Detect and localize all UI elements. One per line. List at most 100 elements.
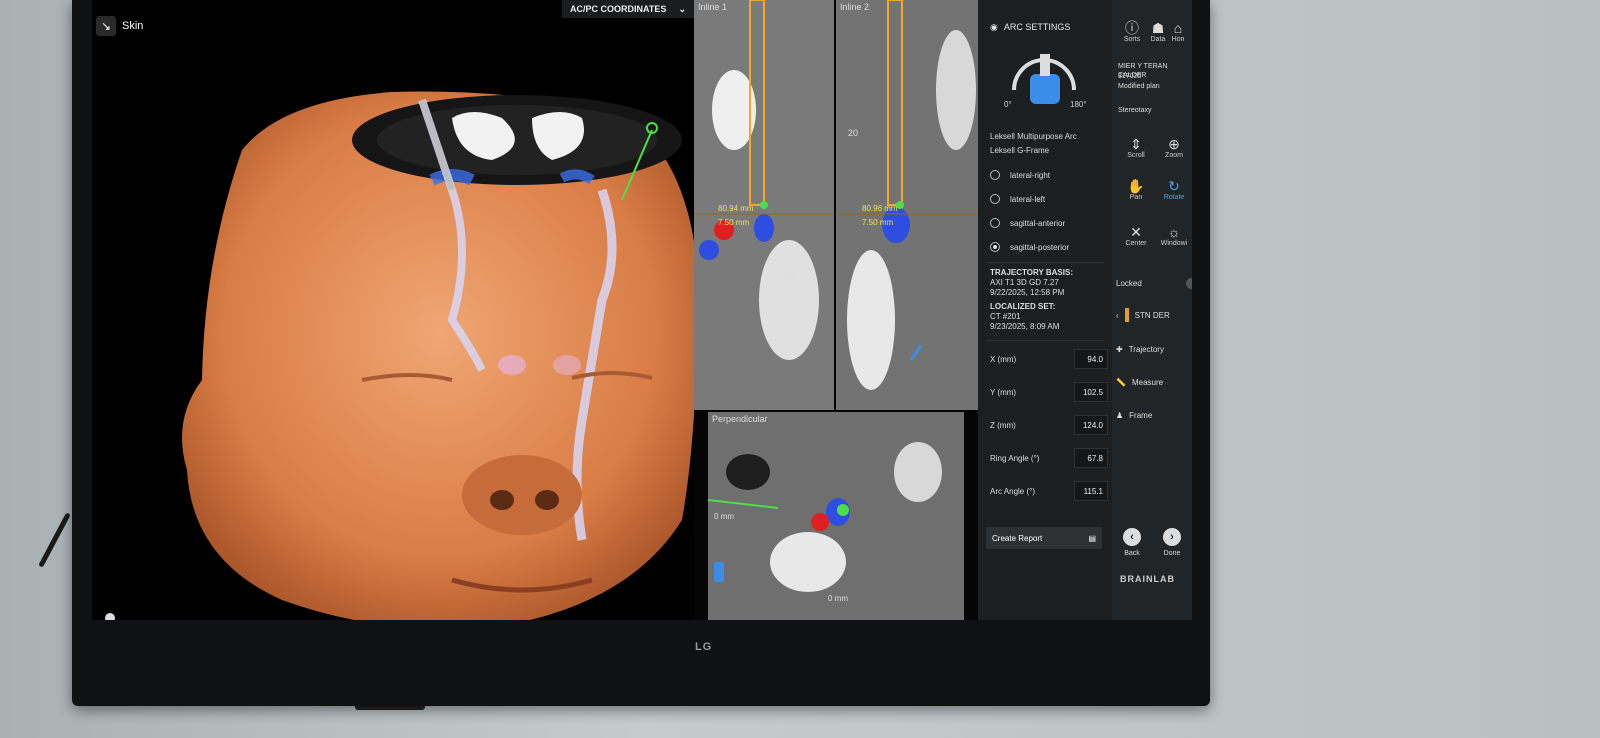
hand-icon: ✋ <box>1127 178 1145 194</box>
scroll-button[interactable]: ⇕ Scroll <box>1116 136 1156 159</box>
measure-label-1b: 7.50 mm <box>718 218 750 227</box>
trajectory-icon: ✚ <box>1116 344 1123 354</box>
frame-icon: ♟ <box>1116 410 1124 420</box>
y-input[interactable]: 102.5 <box>1074 382 1108 402</box>
rotate-button[interactable]: ↻ Rotate <box>1154 178 1192 201</box>
axial-image <box>708 412 964 620</box>
tool-label: Windowi <box>1160 240 1188 247</box>
tick-label-b: 20 <box>848 128 859 138</box>
arc-angle-right: 180° <box>1070 100 1087 109</box>
radio-lateral-left[interactable] <box>990 194 1000 204</box>
inline2-view[interactable]: Inline 2 80.96 mm 7.50 mm 20 <box>836 0 978 410</box>
done-button[interactable]: › Done <box>1152 528 1192 557</box>
field-label: Ring Angle (°) <box>990 453 1040 463</box>
center-button[interactable]: ✕ Center <box>1116 224 1156 247</box>
option-lateral-right[interactable]: lateral-right <box>990 170 1050 180</box>
tab-home[interactable]: ⌂ Hon <box>1164 20 1192 43</box>
inline2-image <box>836 0 978 410</box>
divider <box>986 262 1104 263</box>
center-icon: ✕ <box>1130 224 1142 240</box>
arc-angle-input[interactable]: 115.1 <box>1074 481 1108 501</box>
head-render <box>182 91 694 620</box>
arc-settings-header: ◉ ARC SETTINGS <box>990 22 1070 33</box>
back-label: Back <box>1124 550 1140 557</box>
arc-icon: ◉ <box>990 22 998 32</box>
skin-label: Skin <box>122 20 144 32</box>
field-label: X (mm) <box>990 354 1017 364</box>
arc-angle-left: 0° <box>1004 100 1012 109</box>
option-sagittal-anterior[interactable]: sagittal-anterior <box>990 218 1065 228</box>
ruler-icon: 📏 <box>1116 377 1126 387</box>
plan-state: Modified plan <box>1118 83 1160 90</box>
divider <box>986 340 1104 341</box>
document-icon: ▤ <box>1088 533 1096 543</box>
option-label: lateral-left <box>1010 194 1046 204</box>
toolbar-column: ⓘ Sorts ☗ Data ⌂ Hon MIER Y TERAN CALDER… <box>1112 0 1192 620</box>
coordinates-dropdown[interactable]: AC/PC COORDINATES ⌄ <box>562 0 694 18</box>
radio-sagittal-anterior[interactable] <box>990 218 1000 228</box>
arc-name: Leksell Multipurpose Arc <box>990 132 1077 141</box>
radio-lateral-right[interactable] <box>990 170 1000 180</box>
done-arrow-icon: › <box>1163 528 1181 546</box>
target-label: STN DER <box>1134 310 1170 320</box>
inline2-label: Inline 2 <box>840 2 870 12</box>
tool-label: Pan <box>1129 194 1143 201</box>
localized-set-line2: 9/23/2025, 8:09 AM <box>990 322 1060 331</box>
measure-dropdown[interactable]: 📏 Measure ▾ <box>1116 371 1192 393</box>
tool-label: Scroll <box>1127 152 1145 159</box>
home-icon: ⌂ <box>1173 20 1183 36</box>
option-lateral-left[interactable]: lateral-left <box>990 194 1045 204</box>
locked-toggle[interactable] <box>1186 277 1192 289</box>
z-input[interactable]: 124.0 <box>1074 415 1108 435</box>
windowing-button[interactable]: ☼ Windowi <box>1154 224 1192 247</box>
zoom-icon: ⊕ <box>1168 136 1180 152</box>
locked-label: Locked <box>1116 278 1142 288</box>
axial-label: Perpendicular <box>712 414 768 424</box>
field-y: Y (mm) 102.5 <box>990 381 1108 403</box>
tool-label: Center <box>1125 240 1147 247</box>
trajectory-dropdown[interactable]: ✚ Trajectory ▾ <box>1116 338 1192 360</box>
radio-sagittal-posterior[interactable] <box>990 242 1000 252</box>
option-label: lateral-right <box>1010 170 1051 180</box>
chevron-down-icon: ⌄ <box>678 3 686 14</box>
locked-toggle-row[interactable]: Locked <box>1116 272 1192 294</box>
frame-label: Frame <box>1129 410 1153 420</box>
field-z: Z (mm) 124.0 <box>990 414 1108 436</box>
mode-label[interactable]: Stereotaxy <box>1118 106 1151 115</box>
field-arc-angle: Arc Angle (°) 115.1 <box>990 480 1108 502</box>
trajectory-label: Trajectory <box>1128 344 1164 354</box>
axial-mm-label: 0 mm <box>714 512 734 521</box>
monitor: ↘ Skin AC/PC COORDINATES ⌄ Inline 1 80.9… <box>72 0 1210 706</box>
create-report-label: Create Report <box>992 533 1043 543</box>
chevron-left-icon[interactable]: ‹ <box>1116 311 1119 320</box>
tool-label: Zoom <box>1165 152 1183 159</box>
trajectory-basis-title: TRAJECTORY BASIS: <box>990 268 1073 277</box>
measure-label-2a: 80.96 mm <box>862 204 898 213</box>
option-sagittal-posterior[interactable]: sagittal-posterior <box>990 242 1069 252</box>
frame-dropdown[interactable]: ♟ Frame ▾ <box>1116 404 1192 426</box>
viewer-3d[interactable]: ↘ Skin AC/PC COORDINATES ⌄ <box>92 0 694 620</box>
measure-label-2b: 7.50 mm <box>862 218 894 227</box>
localized-set-line1: CT #201 <box>990 312 1021 321</box>
skin-button[interactable]: ↘ Skin <box>96 12 156 40</box>
slice-views: Inline 1 80.94 mm 7.50 mm Inline 2 80.96… <box>694 0 978 620</box>
back-button[interactable]: ‹ Back <box>1112 528 1152 557</box>
target-color-bar <box>1124 308 1129 322</box>
measure-label-1a: 80.94 mm <box>718 204 754 213</box>
tool-label: Rotate <box>1163 194 1185 201</box>
target-selector[interactable]: ‹ STN DER <box>1116 304 1192 326</box>
back-arrow-icon: ‹ <box>1123 528 1141 546</box>
create-report-button[interactable]: Create Report ▤ <box>986 527 1102 549</box>
pan-button[interactable]: ✋ Pan <box>1116 178 1156 201</box>
option-label: sagittal-posterior <box>1010 242 1070 252</box>
zoom-button[interactable]: ⊕ Zoom <box>1154 136 1192 159</box>
inline1-image <box>694 0 834 410</box>
orientation-person-icon <box>105 613 115 620</box>
x-input[interactable]: 94.0 <box>1074 349 1108 369</box>
ring-angle-input[interactable]: 67.8 <box>1074 448 1108 468</box>
patient-id: 317020 <box>1118 73 1142 80</box>
inline1-view[interactable]: Inline 1 80.94 mm 7.50 mm <box>694 0 834 410</box>
trajectory-basis-line2: 9/22/2025, 12:58 PM <box>990 288 1065 297</box>
arc-settings-panel: ◉ ARC SETTINGS 0° 180° Leksell Multipurp… <box>978 0 1113 620</box>
axial-view[interactable]: Perpendicular 0 mm 0 mm <box>708 412 964 620</box>
